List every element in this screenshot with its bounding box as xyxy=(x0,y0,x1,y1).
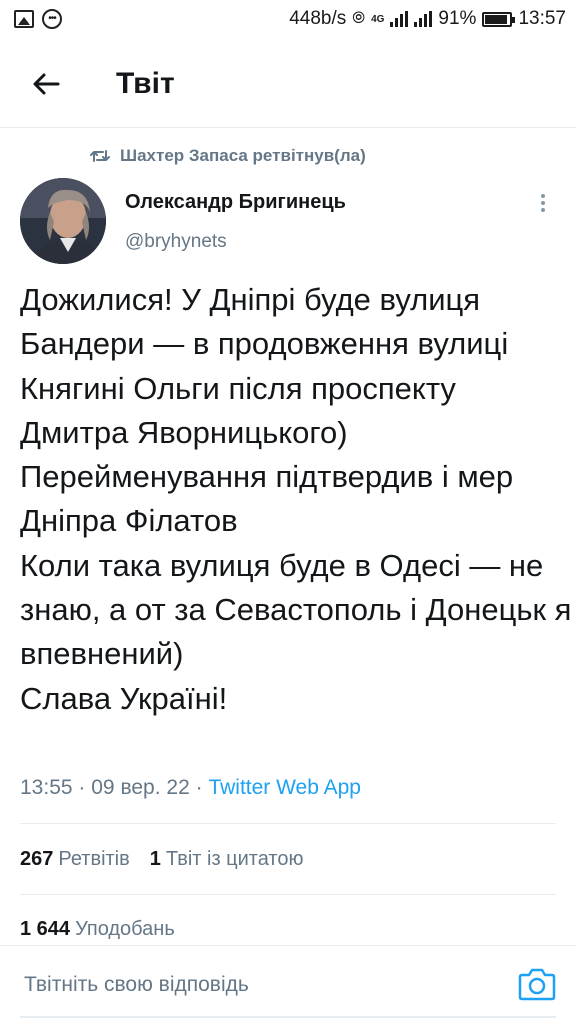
signal-icon-2 xyxy=(414,11,433,27)
more-options-button[interactable] xyxy=(535,192,551,214)
retweeted-by-label: Шахтер Запаса ретвітнув(ла) xyxy=(120,146,366,165)
avatar-image xyxy=(20,178,106,264)
more-vertical-icon xyxy=(541,194,545,198)
likes-count: 1 644 xyxy=(20,918,71,940)
retweet-icon xyxy=(90,150,110,162)
tweet-date: 09 вер. 22 xyxy=(91,776,190,799)
reply-underline xyxy=(20,1016,556,1018)
likes-stat[interactable]: 1 644 Уподобань xyxy=(20,918,175,941)
divider xyxy=(20,894,556,895)
retweets-label: Ретвітів xyxy=(58,848,130,870)
status-time: 13:57 xyxy=(518,8,566,29)
network-type: 4G xyxy=(371,13,385,25)
retweeted-by[interactable]: Шахтер Запаса ретвітнув(ла) xyxy=(90,146,366,166)
tweet-text: Дожилися! У Дніпрі буде вулиця Бандери —… xyxy=(20,282,572,716)
meta-separator: · xyxy=(195,776,203,799)
status-left: ••• xyxy=(14,9,62,29)
battery-percent: 91% xyxy=(438,8,477,29)
camera-icon xyxy=(518,968,556,1001)
more-notifications-icon: ••• xyxy=(42,9,62,29)
back-button[interactable] xyxy=(26,64,66,104)
reply-input[interactable]: Твітніть свою відповідь xyxy=(24,973,249,997)
quotes-label: Твіт із цитатою xyxy=(165,848,304,870)
top-app-bar: Твіт xyxy=(0,38,576,128)
gallery-icon xyxy=(14,10,34,28)
quotes-stat[interactable]: 1 Твіт із цитатою xyxy=(150,848,304,871)
tweet-source-app[interactable]: Twitter Web App xyxy=(208,776,361,799)
network-speed: 448b/s xyxy=(289,8,347,29)
likes-stat-row: 1 644 Уподобань xyxy=(20,918,175,941)
status-right: 448b/s ⦾ 4G 91% 13:57 xyxy=(289,8,566,30)
more-dot xyxy=(541,201,545,205)
retweets-count: 267 xyxy=(20,848,54,870)
hotspot-icon: ⦾ xyxy=(352,10,366,27)
status-bar: ••• 448b/s ⦾ 4G 91% 13:57 xyxy=(0,0,576,38)
author-handle[interactable]: @bryhynets xyxy=(125,231,227,253)
meta-separator: · xyxy=(78,776,86,799)
battery-icon xyxy=(482,11,516,27)
divider xyxy=(20,823,556,824)
author-name[interactable]: Олександр Бригинець xyxy=(125,191,346,214)
reply-composer: Твітніть свою відповідь xyxy=(0,945,576,1024)
tweet-time: 13:55 xyxy=(20,776,73,799)
page-title: Твіт xyxy=(116,67,175,100)
likes-label: Уподобань xyxy=(75,918,175,940)
avatar[interactable] xyxy=(20,178,106,264)
tweet-stats-row: 267 Ретвітів 1 Твіт із цитатою xyxy=(20,848,304,871)
arrow-left-icon xyxy=(33,73,60,95)
quotes-count: 1 xyxy=(149,848,161,870)
camera-button[interactable] xyxy=(518,966,556,1002)
more-dot xyxy=(541,208,545,212)
signal-icon xyxy=(390,11,409,27)
tweet-meta: 13:55 · 09 вер. 22 · Twitter Web App xyxy=(20,776,361,800)
retweets-stat[interactable]: 267 Ретвітів xyxy=(20,848,130,871)
